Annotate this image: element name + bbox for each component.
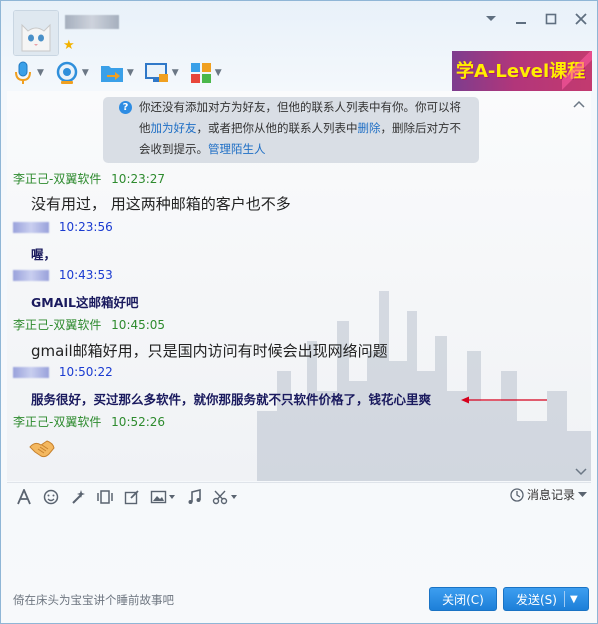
sender-name-blurred: [13, 270, 49, 281]
message-history-button[interactable]: 消息记录: [510, 486, 587, 503]
voice-call-button[interactable]: ▼: [11, 59, 44, 87]
apps-button[interactable]: ▼: [189, 59, 222, 87]
notice-line-2: 他加为好友，或者把你从他的联系人列表中删除，删除后对方不: [139, 118, 461, 139]
ad-banner[interactable]: 学A-Level课程: [452, 51, 592, 91]
message-time: 10:23:56: [58, 220, 113, 234]
status-tip[interactable]: 倚在床头为宝宝讲个睡前故事吧: [13, 592, 174, 608]
message-input[interactable]: [7, 511, 591, 583]
microphone-icon: [15, 61, 31, 84]
video-call-button[interactable]: ▼: [54, 59, 89, 87]
close-icon[interactable]: [573, 11, 589, 27]
message-time: 10:45:05: [111, 318, 166, 332]
window-controls: [483, 11, 589, 27]
scroll-up-icon[interactable]: [573, 93, 587, 108]
message-text: gmail邮箱好用，只是国内访问有时候会出现网络问题: [31, 342, 388, 360]
remote-desktop-button[interactable]: ▼: [144, 59, 179, 87]
screen-vibrate-icon[interactable]: [96, 488, 114, 506]
font-icon[interactable]: [15, 488, 33, 506]
chat-window: ★ ▼ ▼ ▼ ▼ ▼ 学A-Level课程 ? 你还没有添加对方为好友，但他的…: [0, 0, 598, 624]
sender-name-blurred: [13, 367, 49, 378]
sender-name: 李正己-双翼软件: [13, 172, 102, 186]
red-annotation-arrow: [461, 396, 547, 404]
edit-icon[interactable]: [123, 488, 141, 506]
message-header: 10:43:53: [13, 268, 113, 282]
smiley-icon[interactable]: [42, 488, 60, 506]
button-divider: [564, 591, 565, 607]
notice-text: 会收到提示。: [139, 142, 208, 156]
camera-icon: [56, 61, 78, 84]
city-skyline-background: [257, 291, 591, 481]
handshake-icon: [29, 440, 55, 458]
message-header: 李正己-双翼软件 10:45:05: [13, 316, 165, 333]
message-header: 李正己-双翼软件 10:23:27: [13, 170, 165, 187]
chevron-down-icon: [578, 491, 587, 497]
info-icon: ?: [119, 101, 132, 114]
message-text: 服务很好，买过那么多软件，就你那服务就不只软件价格了，钱花心里爽: [31, 392, 432, 407]
notice-text: 他: [139, 121, 151, 135]
chevron-down-icon[interactable]: ▼: [570, 588, 578, 612]
minimize-icon[interactable]: [513, 11, 529, 27]
message-time: 10:52:26: [111, 415, 166, 429]
chevron-down-icon[interactable]: ▼: [127, 68, 134, 78]
message-time: 10:23:27: [111, 172, 166, 186]
message-history-label: 消息记录: [526, 488, 575, 502]
chevron-down-icon[interactable]: ▼: [172, 68, 179, 78]
vip-star-icon: ★: [63, 38, 75, 53]
notice-line-3: 会收到提示。管理陌生人: [139, 139, 266, 160]
message-header: 李正己-双翼软件 10:52:26: [13, 413, 165, 430]
message-time: 10:43:53: [58, 268, 113, 282]
image-icon[interactable]: [150, 488, 176, 506]
notice-line-1: 你还没有添加对方为好友，但他的联系人列表中有你。你可以将: [139, 100, 461, 114]
magic-wand-icon[interactable]: [69, 488, 87, 506]
clock-icon: [510, 487, 524, 502]
chevron-down-icon[interactable]: ▼: [37, 68, 44, 78]
notice-text: ，或者把你从他的联系人列表中: [196, 121, 358, 135]
cat-avatar-icon[interactable]: [13, 10, 59, 56]
maximize-icon[interactable]: [543, 11, 559, 27]
message-text: 没有用过， 用这两种邮箱的客户也不多: [31, 195, 291, 213]
sender-name: 李正己-双翼软件: [13, 318, 102, 332]
chevron-down-icon[interactable]: ▼: [82, 68, 89, 78]
scroll-down-icon[interactable]: [575, 468, 587, 479]
message-header: 10:50:22: [13, 365, 113, 379]
send-button-label: 发送(S): [516, 593, 557, 607]
add-friend-link[interactable]: 加为好友: [151, 121, 197, 135]
manage-strangers-link[interactable]: 管理陌生人: [208, 142, 266, 156]
chevron-down-icon[interactable]: ▼: [215, 68, 222, 78]
apps-grid-icon: [190, 63, 211, 83]
contact-name-blurred: [65, 15, 119, 29]
message-time: 10:50:22: [58, 365, 113, 379]
scissors-icon[interactable]: [212, 488, 238, 506]
banner-ribbon-decoration: [562, 51, 592, 91]
sender-name: 李正己-双翼软件: [13, 415, 102, 429]
folder-arrow-icon: [100, 66, 123, 82]
message-text: 喔，: [31, 247, 57, 262]
music-icon[interactable]: [185, 488, 203, 506]
message-text: GMAIL这邮箱好吧: [31, 295, 139, 310]
send-file-button[interactable]: ▼: [99, 59, 134, 87]
chat-history[interactable]: ? 你还没有添加对方为好友，但他的联系人列表中有你。你可以将 他加为好友，或者把…: [7, 91, 591, 481]
input-toolbar: [7, 482, 591, 510]
top-toolbar: ▼ ▼ ▼ ▼ ▼: [11, 59, 222, 87]
stranger-notice: ? 你还没有添加对方为好友，但他的联系人列表中有你。你可以将 他加为好友，或者把…: [103, 97, 479, 163]
chevron-down-icon[interactable]: [483, 11, 499, 27]
notice-text: ，删除后对方不: [380, 121, 462, 135]
message-header: 10:23:56: [13, 220, 113, 234]
delete-link[interactable]: 删除: [358, 121, 381, 135]
close-button[interactable]: 关闭(C): [429, 587, 497, 611]
sender-name-blurred: [13, 222, 49, 233]
monitor-icon: [144, 63, 168, 82]
send-button[interactable]: 发送(S) ▼: [503, 587, 589, 611]
